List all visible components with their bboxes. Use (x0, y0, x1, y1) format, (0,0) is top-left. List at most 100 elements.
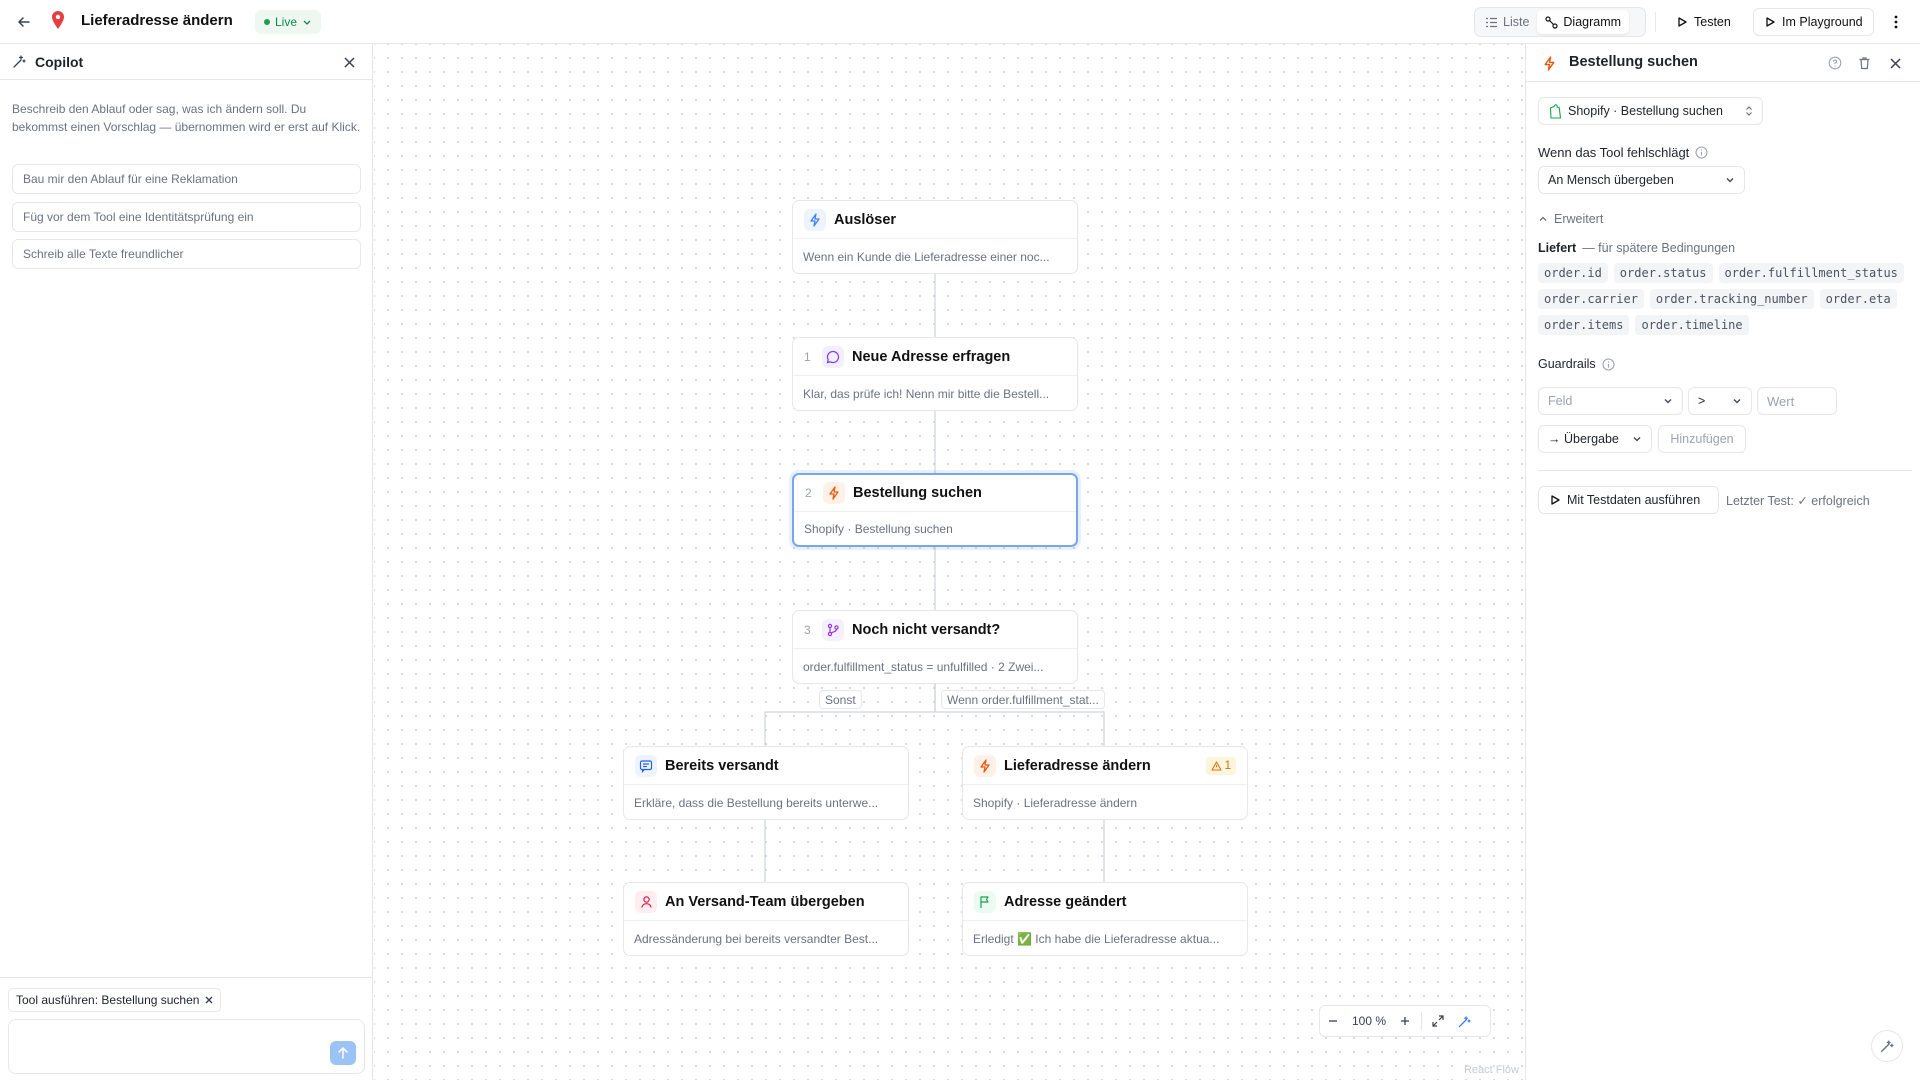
info-icon[interactable] (1695, 146, 1708, 159)
node-settings-panel: Bestellung suchen Shopify · Bestellung s… (1525, 44, 1920, 1080)
expand-icon (1432, 1015, 1444, 1027)
magic-wand-button[interactable] (1871, 1030, 1903, 1062)
node-not-shipped-condition[interactable]: 3 Noch nicht versandt? order.fulfillment… (792, 610, 1078, 684)
node-title: Noch nicht versandt? (852, 621, 1001, 638)
more-vertical-icon[interactable] (1884, 10, 1908, 34)
node-header: Lieferadresse ändern 1 (963, 747, 1247, 785)
node-header: An Versand-Team übergeben (624, 883, 908, 921)
copilot-header: Copilot (0, 44, 372, 80)
playground-label: Im Playground (1782, 15, 1863, 29)
guardrails-label: Guardrails (1538, 357, 1615, 371)
node-subtitle: Shopify · Bestellung suchen (804, 521, 953, 536)
edge-label-if[interactable]: Wenn order.fulfillment_stat... (941, 690, 1105, 709)
trash-icon[interactable] (1855, 54, 1873, 72)
person-icon (635, 890, 657, 913)
edge-label-else[interactable]: Sonst (819, 690, 862, 709)
node-header: Bereits versandt (624, 747, 908, 785)
close-icon[interactable] (340, 53, 358, 71)
chevron-down-icon (1664, 399, 1672, 404)
guard-action-select[interactable]: → Übergabe (1538, 425, 1652, 453)
node-handover-shipping-team[interactable]: An Versand-Team übergeben Adressänderung… (623, 882, 909, 956)
bolt-icon (1540, 54, 1558, 72)
node-subtitle: Erkläre, dass die Bestellung bereits unt… (634, 795, 879, 810)
node-header: 2 Bestellung suchen (794, 475, 1076, 512)
node-find-order[interactable]: 2 Bestellung suchen Shopify · Bestellung… (792, 473, 1078, 547)
test-button[interactable]: Testen (1666, 8, 1741, 36)
run-test-label: Mit Testdaten ausführen (1567, 493, 1701, 507)
provides-title: Liefert (1538, 241, 1577, 255)
node-subtitle: order.fulfillment_status = unfulfilled ·… (803, 659, 1044, 674)
node-title: Bereits versandt (665, 757, 779, 774)
fit-view-button[interactable] (1425, 1006, 1451, 1036)
view-switcher: Liste Diagramm (1474, 7, 1646, 37)
on-fail-select[interactable]: An Mensch übergeben (1538, 166, 1745, 194)
play-icon (1766, 17, 1775, 27)
node-header: 3 Noch nicht versandt? (793, 611, 1077, 649)
copilot-input[interactable] (8, 1019, 365, 1074)
node-title: Lieferadresse ändern (1004, 757, 1151, 774)
node-title: Neue Adresse erfragen (852, 348, 1011, 365)
guard-value-input[interactable]: Wert (1757, 387, 1837, 415)
node-header: Adresse geändert (963, 883, 1247, 921)
zoom-controls: 100 % (1319, 1005, 1491, 1037)
node-number: 2 (805, 486, 812, 500)
back-arrow-icon[interactable] (12, 10, 36, 34)
zoom-level: 100 % (1351, 1014, 1387, 1028)
copilot-title: Copilot (35, 53, 84, 70)
tool-select[interactable]: Shopify · Bestellung suchen (1538, 97, 1763, 125)
info-icon[interactable] (1602, 357, 1615, 371)
add-guardrail-button[interactable]: Hinzufügen (1658, 425, 1746, 453)
flag-icon (974, 890, 996, 913)
node-change-address[interactable]: Lieferadresse ändern 1 Shopify · Liefera… (962, 746, 1248, 820)
field-tag: order.fulfillment_status (1718, 263, 1904, 283)
react-flow-attribution[interactable]: React Flow (1464, 1064, 1519, 1076)
playground-button[interactable]: Im Playground (1753, 8, 1874, 36)
node-subtitle: Erledigt ✅ Ich habe die Lieferadresse ak… (973, 931, 1220, 946)
arrow-up-icon (338, 1047, 348, 1059)
copilot-description: Beschreib den Ablauf oder sag, was ich ä… (12, 102, 361, 134)
warning-badge[interactable]: 1 (1205, 756, 1236, 775)
auto-layout-button[interactable] (1451, 1006, 1477, 1036)
close-icon[interactable] (1886, 54, 1904, 72)
sparkle-icon (13, 55, 26, 68)
node-title: Auslöser (834, 211, 897, 228)
panel-header: Bestellung suchen (1526, 44, 1920, 82)
zoom-in-button[interactable] (1392, 1006, 1418, 1036)
tab-diagram[interactable]: Diagramm (1537, 10, 1630, 34)
field-tag: order.tracking_number (1649, 289, 1814, 309)
node-address-changed[interactable]: Adresse geändert Erledigt ✅ Ich habe die… (962, 882, 1248, 956)
guardrails-title: Guardrails (1538, 357, 1596, 371)
flow-title: Lieferadresse ändern (81, 12, 233, 29)
status-badge[interactable]: Live (255, 10, 322, 34)
send-button[interactable] (330, 1041, 356, 1065)
play-icon (1551, 495, 1560, 505)
guard-operator-value: > (1698, 394, 1706, 408)
field-tag: order.status (1613, 263, 1713, 283)
guard-field-select[interactable]: Feld (1538, 387, 1683, 415)
panel-title: Bestellung suchen (1569, 54, 1698, 70)
advanced-toggle[interactable]: Erweitert (1538, 212, 1603, 226)
chevron-up-down-icon (1746, 106, 1752, 116)
tab-list[interactable]: Liste (1477, 10, 1537, 34)
provides-label: Liefert — für spätere Bedingungen (1538, 241, 1735, 255)
suggestion-item[interactable]: Füg vor dem Tool eine Identitätsprüfung … (12, 202, 361, 232)
close-icon[interactable] (205, 996, 213, 1004)
flow-canvas[interactable]: Auslöser Wenn ein Kunde die Lieferadress… (374, 44, 1525, 1080)
provides-hint: — für spätere Bedingungen (1582, 241, 1736, 255)
context-chip-label: Tool ausführen: Bestellung suchen (16, 993, 200, 1007)
test-label: Testen (1694, 15, 1731, 29)
node-trigger[interactable]: Auslöser Wenn ein Kunde die Lieferadress… (792, 200, 1078, 274)
suggestion-item[interactable]: Schreib alle Texte freundlicher (12, 239, 361, 269)
suggestion-item[interactable]: Bau mir den Ablauf für eine Reklamation (12, 164, 361, 194)
status-label: Live (275, 15, 298, 29)
help-icon[interactable] (1826, 54, 1844, 72)
node-ask-address[interactable]: 1 Neue Adresse erfragen Klar, das prüfe … (792, 337, 1078, 411)
guard-operator-select[interactable]: > (1688, 387, 1752, 415)
field-tag: order.carrier (1538, 289, 1644, 309)
zoom-out-button[interactable] (1320, 1006, 1346, 1036)
node-already-shipped[interactable]: Bereits versandt Erkläre, dass die Beste… (623, 746, 909, 820)
chevron-down-icon (303, 20, 311, 25)
guard-value-placeholder: Wert (1767, 393, 1795, 409)
run-test-button[interactable]: Mit Testdaten ausführen (1538, 486, 1719, 514)
node-number: 3 (804, 622, 811, 637)
